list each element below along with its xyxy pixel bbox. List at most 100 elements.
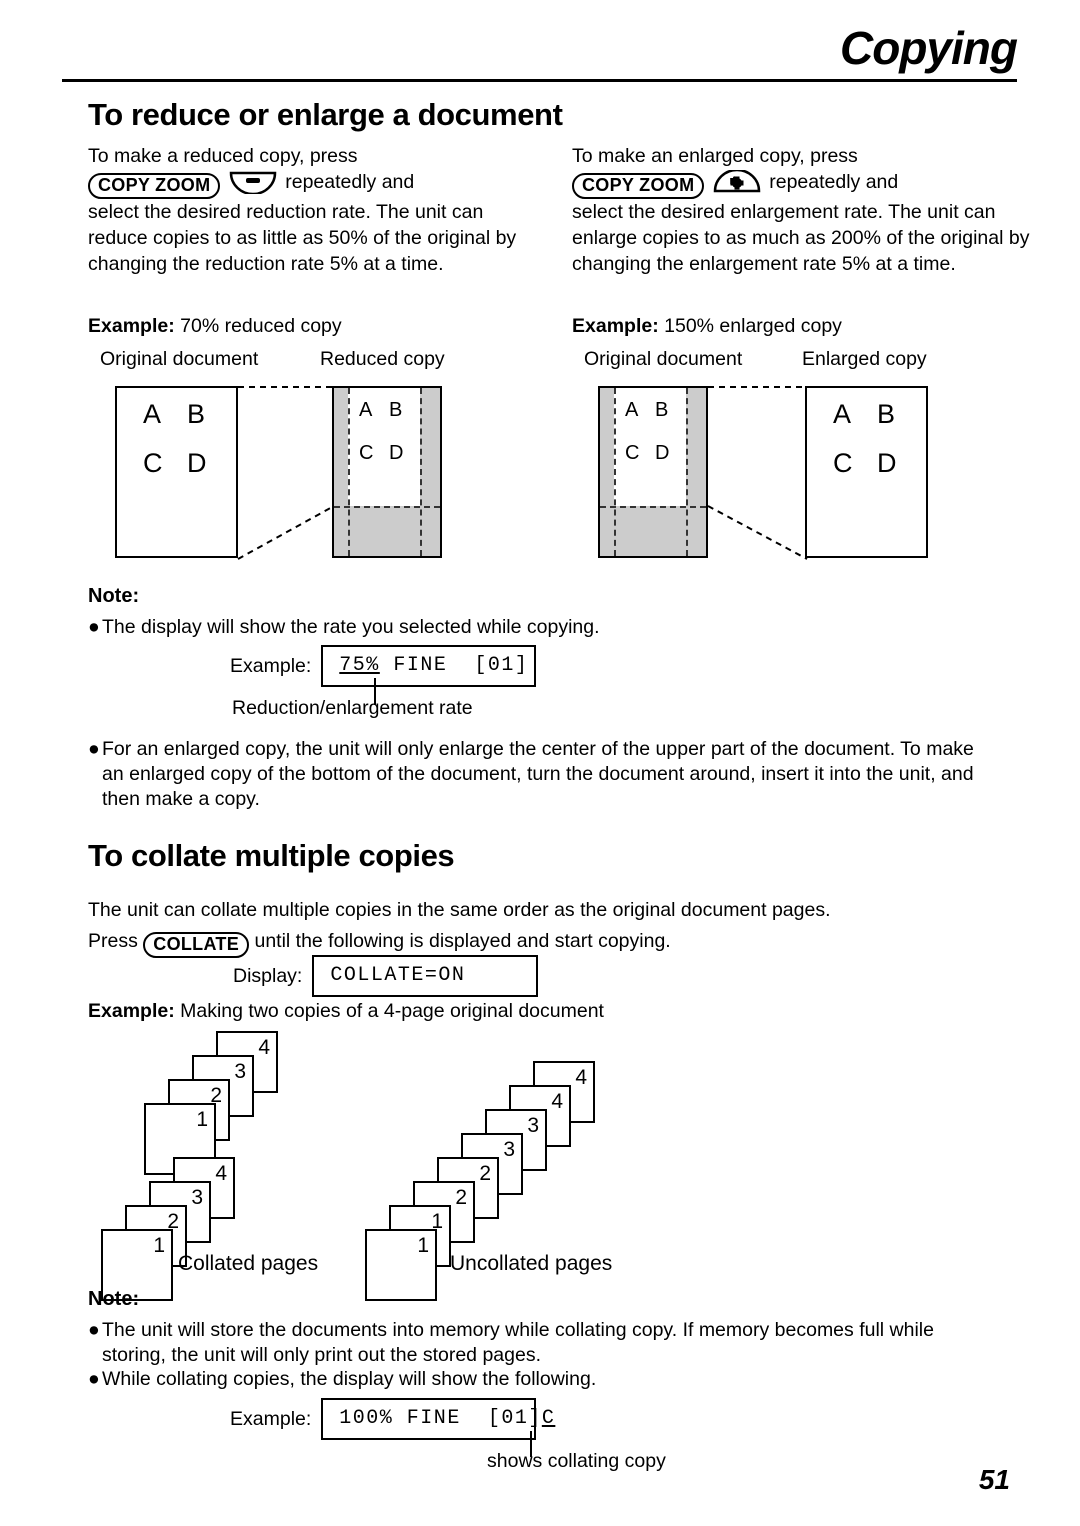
figure-enlarged-copy: A B C D xyxy=(805,386,928,558)
original-dash-bottom xyxy=(600,506,706,508)
lcd-display-rate: 75% FINE [01] xyxy=(321,645,537,687)
note-2-bullet-1: ● The unit will store the documents into… xyxy=(88,1319,934,1366)
glyph-d-orig-right: D xyxy=(655,442,670,464)
copy-zoom-button-left[interactable]: COPY ZOOM xyxy=(88,173,221,199)
original-dash-left xyxy=(614,388,616,556)
caption-reduced-copy: Reduced copy xyxy=(320,348,445,370)
page-header: Copying xyxy=(62,22,1018,84)
collate-example-label: Example: xyxy=(88,1000,175,1022)
original-dash-right xyxy=(686,388,688,556)
note-heading-1: Note: xyxy=(88,585,140,607)
reduce-connector-lines xyxy=(237,386,335,560)
collate-intro-tail: until the following is displayed and sta… xyxy=(254,930,671,952)
enlarge-example-line: Example: 150% enlarged copy xyxy=(572,313,842,339)
card-number: 1 xyxy=(153,1234,165,1257)
display-collate-row: Display: COLLATE=ON xyxy=(233,955,539,997)
enlarge-intro-tail: repeatedly and xyxy=(769,171,899,193)
note-2-bullet-2: ● While collating copies, the display wi… xyxy=(88,1368,597,1390)
glyph-b-reduced: B xyxy=(389,399,403,421)
caption-original-left: Original document xyxy=(100,348,259,370)
reduce-intro-line2: COPY ZOOM repeatedly and xyxy=(88,169,548,199)
glyph-a-left: A xyxy=(143,399,162,429)
chapter-title: Copying xyxy=(840,22,1018,74)
reduce-example-label: Example: xyxy=(88,315,175,337)
page-number: 51 xyxy=(978,1464,1010,1495)
reduce-intro-line1: To make a reduced copy, press xyxy=(88,145,358,167)
enlarge-body-text: select the desired enlargement rate. The… xyxy=(572,201,1030,275)
note-1-bullet-1: ● The display will show the rate you sel… xyxy=(88,616,600,638)
header-divider xyxy=(62,79,1017,82)
callout-text-rate: Reduction/enlargement rate xyxy=(232,697,473,719)
glyph-c-orig-right: C xyxy=(625,442,640,464)
collate-press-label: Press xyxy=(88,930,138,952)
card-number: 4 xyxy=(258,1036,270,1059)
caption-enlarged-copy: Enlarged copy xyxy=(802,348,927,370)
card-number: 2 xyxy=(455,1186,467,1209)
glyph-c-reduced: C xyxy=(359,442,374,464)
figure-original-document-left: A B C D xyxy=(115,386,238,558)
card-number: 2 xyxy=(479,1162,491,1185)
collate-intro-line2: Press COLLATE until the following is dis… xyxy=(88,926,1008,958)
card-number: 4 xyxy=(215,1162,227,1185)
card-number: 3 xyxy=(191,1186,203,1209)
reduce-column: To make a reduced copy, press COPY ZOOM … xyxy=(88,143,548,277)
list-item: 1 xyxy=(365,1229,437,1301)
minus-rocker-icon[interactable] xyxy=(228,170,278,194)
manual-page: Copying To reduce or enlarge a document … xyxy=(0,0,1080,1526)
glyph-b-orig-right: B xyxy=(655,399,669,421)
enlarge-example-label: Example: xyxy=(572,315,659,337)
bullet-icon: ● xyxy=(88,616,100,638)
glyph-c-enlarged: C xyxy=(833,448,853,478)
enlarge-connector-lines xyxy=(707,386,808,560)
glyph-d-left: D xyxy=(187,448,207,478)
glyph-b-left: B xyxy=(187,399,206,429)
display-example-label-1: Example: xyxy=(230,654,312,677)
lcd-rate-rest: FINE [01] xyxy=(379,654,529,677)
display-example-label-2: Example: xyxy=(230,1407,312,1430)
glyph-d-enlarged: D xyxy=(877,448,897,478)
collate-example-text: Making two copies of a 4-page original d… xyxy=(180,1000,604,1022)
section-heading-collate: To collate multiple copies xyxy=(88,838,455,873)
bullet-icon: ● xyxy=(88,1368,100,1390)
enlarge-intro-line2: COPY ZOOM repeatedly and xyxy=(572,169,1037,199)
enlarge-intro-line1: To make an enlarged copy, press xyxy=(572,145,858,167)
uncollated-pages-caption: Uncollated pages xyxy=(450,1252,613,1275)
callout-text-collating: shows collating copy xyxy=(487,1450,666,1472)
note-1-bullet-2: ● For an enlarged copy, the unit will on… xyxy=(88,738,974,810)
glyph-a-enlarged: A xyxy=(833,399,852,429)
glyph-a-orig-right: A xyxy=(625,399,639,421)
card-number: 1 xyxy=(417,1234,429,1257)
caption-original-right: Original document xyxy=(584,348,743,370)
copy-zoom-button-right[interactable]: COPY ZOOM xyxy=(572,173,705,199)
reduced-dash-right xyxy=(420,388,422,556)
collate-example-line: Example: Making two copies of a 4-page o… xyxy=(88,1000,604,1023)
collate-intro: The unit can collate multiple copies in … xyxy=(88,895,1008,958)
enlarge-column: To make an enlarged copy, press COPY ZOO… xyxy=(572,143,1037,277)
reduce-body-text: select the desired reduction rate. The u… xyxy=(88,201,517,275)
lcd-collating-flag: C xyxy=(541,1407,556,1430)
reduce-example-line: Example: 70% reduced copy xyxy=(88,313,342,339)
card-number: 3 xyxy=(234,1060,246,1083)
collated-pages-caption: Collated pages xyxy=(178,1252,319,1275)
reduced-dash-left xyxy=(348,388,350,556)
display-label-collate: Display: xyxy=(233,964,303,987)
plus-rocker-icon[interactable] xyxy=(712,170,762,194)
glyph-d-reduced: D xyxy=(389,442,404,464)
bullet-icon: ● xyxy=(88,1319,100,1341)
reduce-example-text: 70% reduced copy xyxy=(180,315,342,337)
card-number: 4 xyxy=(551,1090,563,1113)
collate-intro-line1: The unit can collate multiple copies in … xyxy=(88,899,831,921)
bullet-icon: ● xyxy=(88,738,100,760)
figure-original-document-right: A B C D xyxy=(598,386,708,558)
lcd-rate-value: 75% xyxy=(339,654,380,677)
card-number: 3 xyxy=(527,1114,539,1137)
section-heading-reduce-enlarge: To reduce or enlarge a document xyxy=(88,97,563,132)
reduced-dash-bottom xyxy=(334,506,440,508)
card-number: 3 xyxy=(503,1138,515,1161)
lcd-collating-prefix: 100% FINE [01] xyxy=(339,1407,542,1430)
glyph-c-left: C xyxy=(143,448,163,478)
display-example-rate-row: Example: 75% FINE [01] xyxy=(230,645,537,687)
card-number: 1 xyxy=(196,1108,208,1131)
reduce-intro-tail: repeatedly and xyxy=(285,171,415,193)
lcd-display-collating: 100% FINE [01]C xyxy=(321,1398,554,1440)
